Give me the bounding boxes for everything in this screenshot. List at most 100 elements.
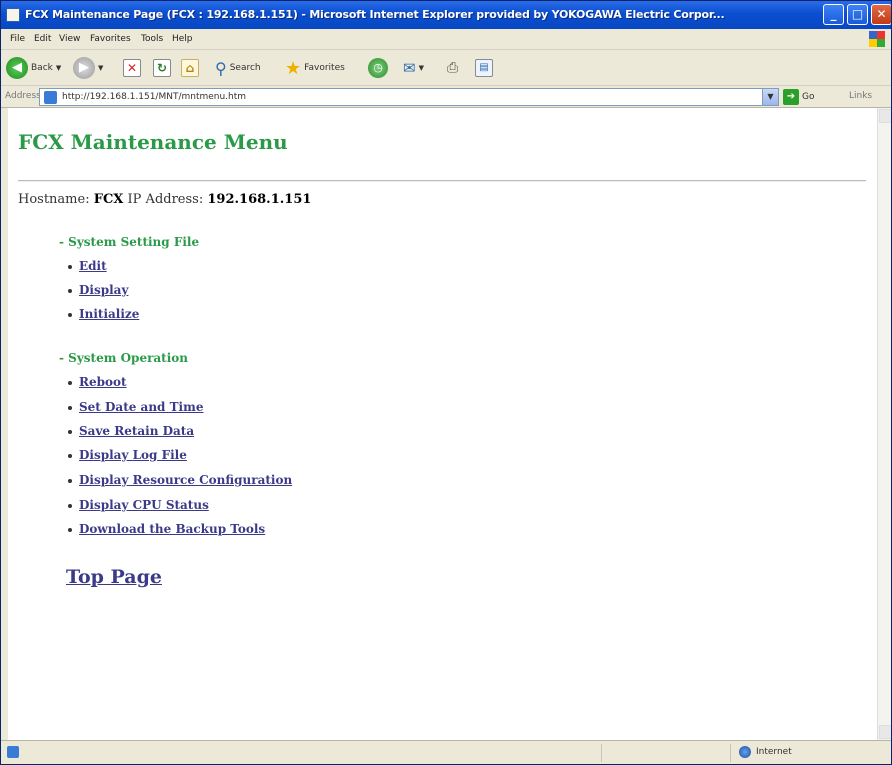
title-divider <box>18 180 866 182</box>
favorites-label: Favorites <box>304 63 345 73</box>
back-label: Back <box>31 63 53 73</box>
scroll-up-icon[interactable] <box>879 109 891 123</box>
history-button[interactable]: ◷ <box>368 56 388 80</box>
go-button[interactable]: ➔ Go <box>783 89 814 105</box>
vertical-scrollbar[interactable] <box>877 108 891 740</box>
list-item: Display CPU Status <box>68 498 209 512</box>
hostname-value: FCX <box>93 192 124 207</box>
list-item: Display Log File <box>68 448 187 462</box>
toolbar: ◀ Back ▼ ▶ ▼ ✕ ↻ ⌂ ⚲ Search ★ Favorites … <box>1 50 891 86</box>
bullet-icon <box>68 312 72 317</box>
link-display-resource-configuration[interactable]: Display Resource Configuration <box>79 473 292 487</box>
link-display-cpu-status[interactable]: Display CPU Status <box>79 498 209 512</box>
ip-value: 192.168.1.151 <box>207 192 312 207</box>
address-dropdown-icon[interactable]: ▼ <box>762 89 778 105</box>
windows-logo-icon <box>869 31 885 47</box>
globe-icon <box>739 746 751 758</box>
link-top-page[interactable]: Top Page <box>66 566 162 588</box>
menu-edit[interactable]: Edit <box>34 34 51 44</box>
menu-file[interactable]: File <box>10 34 25 44</box>
search-button[interactable]: ⚲ Search <box>215 56 261 80</box>
history-icon: ◷ <box>368 58 388 78</box>
list-item: Initialize <box>68 307 139 321</box>
title-bar[interactable]: FCX Maintenance Page (FCX : 192.168.1.15… <box>1 1 891 29</box>
print-button[interactable]: ⎙ <box>447 56 458 80</box>
menu-view[interactable]: View <box>59 34 80 44</box>
section-system-operation: - System Operation <box>59 351 189 365</box>
link-display-log-file[interactable]: Display Log File <box>79 448 187 462</box>
list-item: Edit <box>68 259 107 273</box>
ie-window: FCX Maintenance Page (FCX : 192.168.1.15… <box>0 0 892 765</box>
zone-indicator: Internet <box>739 746 792 758</box>
top-page-item: Top Page <box>66 566 162 588</box>
bullet-icon <box>68 380 72 385</box>
address-bar: Address http://192.168.1.151/MNT/mntmenu… <box>1 86 891 108</box>
bullet-icon <box>68 527 72 532</box>
mail-icon: ✉ <box>403 59 416 77</box>
page-status-icon <box>7 746 19 758</box>
forward-button[interactable]: ▶ ▼ <box>73 56 103 80</box>
search-label: Search <box>229 63 261 73</box>
ip-label: IP Address: <box>127 192 204 207</box>
maximize-icon[interactable]: □ <box>847 4 868 25</box>
list-item: Download the Backup Tools <box>68 522 265 536</box>
edit-page-icon: ▤ <box>475 59 493 77</box>
link-set-date-time[interactable]: Set Date and Time <box>79 400 203 414</box>
stop-button[interactable]: ✕ <box>123 56 141 80</box>
page-content: FCX Maintenance Menu Hostname: FCX IP Ad… <box>8 108 877 740</box>
scroll-down-icon[interactable] <box>879 725 891 739</box>
link-save-retain-data[interactable]: Save Retain Data <box>79 424 194 438</box>
favorites-button[interactable]: ★ Favorites <box>285 56 345 80</box>
link-edit[interactable]: Edit <box>79 259 107 273</box>
list-item: Set Date and Time <box>68 400 203 414</box>
back-button[interactable]: ◀ Back ▼ <box>6 56 61 80</box>
list-item: Display Resource Configuration <box>68 473 292 487</box>
bullet-icon <box>68 405 72 410</box>
go-arrow-icon: ➔ <box>783 89 799 105</box>
bullet-icon <box>68 264 72 269</box>
address-input[interactable]: http://192.168.1.151/MNT/mntmenu.htm ▼ <box>39 88 779 106</box>
link-display[interactable]: Display <box>79 283 128 297</box>
search-icon: ⚲ <box>215 58 227 78</box>
status-panel <box>601 744 731 762</box>
bullet-icon <box>68 429 72 434</box>
bullet-icon <box>68 478 72 483</box>
refresh-button[interactable]: ↻ <box>153 56 171 80</box>
ie-page-icon <box>6 8 20 22</box>
back-arrow-icon: ◀ <box>6 57 28 79</box>
link-reboot[interactable]: Reboot <box>79 375 127 389</box>
page-favicon-icon <box>44 91 57 104</box>
page-title: FCX Maintenance Menu <box>18 130 288 154</box>
stop-icon: ✕ <box>123 59 141 77</box>
refresh-icon: ↻ <box>153 59 171 77</box>
forward-arrow-icon: ▶ <box>73 57 95 79</box>
address-label: Address <box>5 91 41 101</box>
host-info: Hostname: FCX IP Address: 192.168.1.151 <box>18 192 311 207</box>
minimize-icon[interactable]: _ <box>823 4 844 25</box>
bullet-icon <box>68 288 72 293</box>
bullet-icon <box>68 503 72 508</box>
link-download-backup-tools[interactable]: Download the Backup Tools <box>79 522 265 536</box>
home-icon: ⌂ <box>181 59 199 77</box>
bullet-icon <box>68 453 72 458</box>
menu-help[interactable]: Help <box>172 34 193 44</box>
hostname-label: Hostname: <box>18 192 90 207</box>
menu-tools[interactable]: Tools <box>141 34 163 44</box>
favorites-star-icon: ★ <box>285 57 302 79</box>
link-initialize[interactable]: Initialize <box>79 307 139 321</box>
close-icon[interactable]: ✕ <box>871 4 891 25</box>
zone-label: Internet <box>756 747 792 757</box>
go-label: Go <box>802 92 815 102</box>
mail-button[interactable]: ✉ ▼ <box>403 56 424 80</box>
menu-bar: File Edit View Favorites Tools Help <box>1 29 891 50</box>
status-bar: Internet <box>1 740 891 764</box>
edit-page-button[interactable]: ▤ <box>475 56 493 80</box>
window-title: FCX Maintenance Page (FCX : 192.168.1.15… <box>25 8 725 21</box>
home-button[interactable]: ⌂ <box>181 56 199 80</box>
links-label[interactable]: Links <box>849 91 872 101</box>
menu-favorites[interactable]: Favorites <box>90 34 131 44</box>
section-system-setting-file: - System Setting File <box>59 235 200 249</box>
print-icon: ⎙ <box>447 60 459 76</box>
list-item: Reboot <box>68 375 127 389</box>
list-item: Display <box>68 283 128 297</box>
